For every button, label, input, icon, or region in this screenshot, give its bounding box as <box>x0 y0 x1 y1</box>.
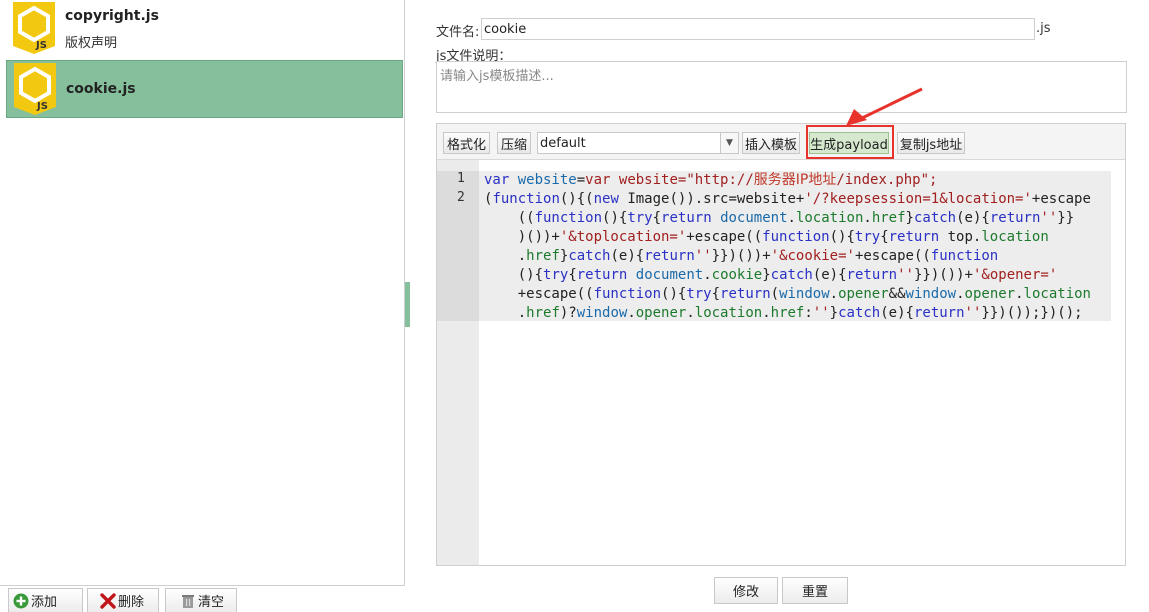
filename-extension: .js <box>1036 21 1051 36</box>
template-name: copyright.js <box>65 8 159 24</box>
editor-toolbar: 格式化 压缩 default ▼ 插入模板 生成payload 复制js地址 <box>437 124 1125 160</box>
theme-select[interactable]: default ▼ <box>537 132 739 154</box>
theme-select-value: default <box>540 135 586 151</box>
add-label: 添加 <box>31 595 58 610</box>
js-file-icon: JS <box>13 2 55 54</box>
reset-button[interactable]: 重置 <box>782 577 848 604</box>
payload-highlight-box <box>806 125 894 159</box>
template-item-copyright[interactable]: JS copyright.js 版权声明 <box>6 0 403 58</box>
template-item-cookie[interactable]: JS cookie.js <box>6 60 403 118</box>
template-name: cookie.js <box>66 81 136 97</box>
svg-text:JS: JS <box>35 40 47 51</box>
chevron-down-icon: ▼ <box>720 133 738 153</box>
description-textarea[interactable] <box>436 61 1127 113</box>
filename-label: 文件名: <box>436 25 480 40</box>
template-list-panel: JS copyright.js 版权声明 JS cookie.js 添加 删除 … <box>0 0 405 612</box>
panel-splitter[interactable] <box>405 282 410 327</box>
code-line-2[interactable]: (function(){(new Image()).src=website+'/… <box>484 190 1091 323</box>
modify-button[interactable]: 修改 <box>714 577 778 604</box>
clear-button[interactable]: 清空 <box>165 588 237 612</box>
compress-button[interactable]: 压缩 <box>497 132 531 154</box>
clear-label: 清空 <box>198 595 225 610</box>
plus-circle-icon <box>13 593 29 609</box>
delete-button[interactable]: 删除 <box>87 588 159 612</box>
app-window: JS copyright.js 版权声明 JS cookie.js 添加 删除 … <box>0 0 1149 612</box>
insert-template-button[interactable]: 插入模板 <box>742 132 800 154</box>
template-description: 版权声明 <box>65 36 118 51</box>
code-line-1[interactable]: var website=var website="http://服务器IP地址/… <box>484 171 937 190</box>
code-url-prefix: var website="http:// <box>585 172 754 188</box>
server-ip-placeholder: 服务器IP地址 <box>753 172 837 188</box>
delete-x-icon <box>100 593 116 609</box>
code-url-suffix: /index.php"; <box>836 172 938 188</box>
list-action-bar: 添加 删除 清空 <box>0 585 405 612</box>
js-file-icon: JS <box>14 63 56 115</box>
add-button[interactable]: 添加 <box>8 588 83 612</box>
red-arrow-annotation <box>846 87 923 126</box>
code-editor: 格式化 压缩 default ▼ 插入模板 生成payload 复制js地址 1… <box>436 123 1126 566</box>
format-button[interactable]: 格式化 <box>443 132 490 154</box>
trash-icon <box>182 595 194 608</box>
svg-text:JS: JS <box>36 101 48 112</box>
copy-js-url-button[interactable]: 复制js地址 <box>897 132 965 154</box>
filename-input[interactable] <box>481 18 1035 40</box>
delete-label: 删除 <box>118 595 145 610</box>
